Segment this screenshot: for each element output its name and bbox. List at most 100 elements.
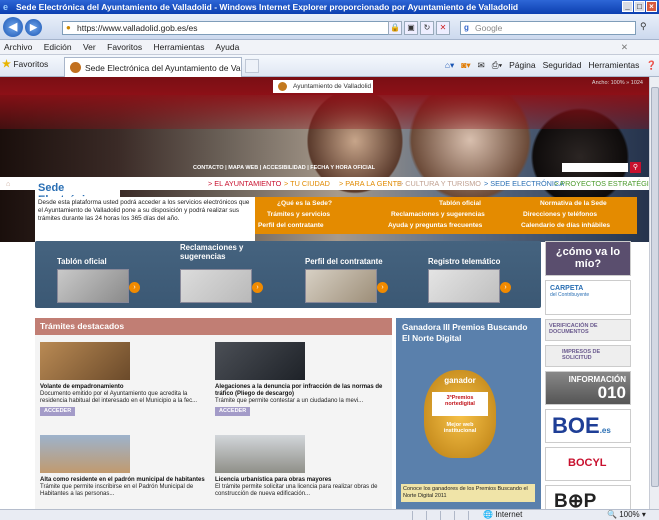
link-ayuda[interactable]: Ayuda y preguntas frecuentes [388, 222, 482, 229]
arrow-icon[interactable]: › [252, 282, 263, 293]
banner-bocyl[interactable]: BOCYL [545, 447, 631, 481]
banner-impresos[interactable]: IMPRESOS DE SOLICITUD [545, 345, 631, 367]
minimize-button[interactable]: _ [622, 1, 633, 12]
close-icon[interactable]: ✕ [621, 42, 628, 53]
featured-procedures: Trámites destacados Volante de empadrona… [35, 318, 392, 509]
award-heading: Ganadora III Premios Buscando El Norte D… [402, 322, 528, 343]
top-links[interactable]: CONTACTO | MAPA WEB | ACCESIBILIDAD | FE… [193, 165, 375, 171]
status-segment [412, 511, 424, 520]
acceder-button[interactable]: ACCEDER [40, 407, 76, 416]
service-registro-label[interactable]: Registro telemático [428, 257, 500, 266]
menu-herramientas[interactable]: Herramientas [153, 42, 204, 52]
site-logo[interactable]: Ayuntamiento de Valladolid [273, 80, 373, 93]
banner-carpeta[interactable]: CARPETA del Contribuyente [545, 280, 631, 315]
lock-icon[interactable]: 🔒 [388, 21, 402, 35]
link-que-es-sede[interactable]: ¿Qué es la Sede? [277, 200, 332, 207]
zoom-control[interactable]: 🔍 100% ▾ [607, 510, 646, 519]
refresh-icon[interactable]: ↻ [420, 21, 434, 35]
nav-ayuntamiento[interactable]: > EL AYUNTAMIENTO [208, 179, 281, 188]
procedure-text: Trámite que permite inscribirse en el Pa… [40, 484, 194, 497]
search-input[interactable]: g Google [460, 21, 636, 35]
security-menu[interactable]: Seguridad [543, 60, 582, 71]
vertical-scrollbar[interactable] [649, 77, 659, 509]
mail-icon[interactable]: ✉ [478, 60, 485, 71]
forward-button[interactable]: ▶ [25, 19, 42, 36]
service-reclamaciones-image[interactable] [180, 269, 252, 303]
award-panel: Ganadora III Premios Buscando El Norte D… [396, 318, 541, 509]
menu-archivo[interactable]: Archivo [4, 42, 32, 52]
arrow-icon[interactable]: › [377, 282, 388, 293]
close-button[interactable]: × [646, 1, 657, 12]
new-tab-button[interactable] [245, 59, 259, 73]
help-icon[interactable]: ❓ [646, 60, 657, 71]
banner-boe[interactable]: BOE.es [545, 409, 631, 443]
procedure-image[interactable] [40, 342, 130, 380]
arrow-icon[interactable]: › [129, 282, 140, 293]
banner-verificacion[interactable]: VERIFICACIÓN DE DOCUMENTOS [545, 319, 631, 341]
home-icon[interactable]: ⌂ [6, 179, 10, 188]
status-segment [440, 511, 452, 520]
menu-ayuda[interactable]: Ayuda [215, 42, 239, 52]
menu-edicion[interactable]: Edición [44, 42, 72, 52]
service-registro-image[interactable] [428, 269, 500, 303]
procedures-heading: Trámites destacados [35, 318, 392, 335]
service-tablon-label[interactable]: Tablón oficial [57, 257, 107, 266]
banner-informacion-010[interactable]: INFORMACIÓN 010 [545, 371, 631, 405]
procedure-image[interactable] [215, 435, 305, 473]
procedure-image[interactable] [215, 342, 305, 380]
procedure-title[interactable]: Volante de empadronamiento [40, 384, 215, 391]
menu-favoritos[interactable]: Favoritos [107, 42, 142, 52]
banner-bop[interactable]: B⊕P [545, 485, 631, 509]
link-perfil[interactable]: Perfil del contratante [258, 222, 324, 229]
maximize-button[interactable]: □ [634, 1, 645, 12]
procedure-title[interactable]: Licencia urbanística para obras mayores [215, 477, 390, 484]
stop-icon[interactable]: ✕ [436, 21, 450, 35]
site-search-input[interactable] [562, 163, 628, 172]
link-tramites[interactable]: Trámites y servicios [267, 211, 330, 218]
service-reclamaciones-label[interactable]: Reclamaciones y sugerencias [180, 243, 260, 261]
link-normativa[interactable]: Normativa de la Sede [540, 200, 607, 207]
compat-icon[interactable]: ▣ [404, 21, 418, 35]
tab-current[interactable]: Sede Electrónica del Ayuntamiento de Va.… [64, 57, 242, 77]
link-reclamaciones[interactable]: Reclamaciones y sugerencias [391, 211, 485, 218]
tools-menu[interactable]: Herramientas [588, 60, 639, 71]
feeds-icon[interactable]: ◙▾ [461, 60, 470, 71]
nav-sede-electronica[interactable]: > SEDE ELECTRÓNICA [484, 179, 564, 188]
ie-icon: e [3, 2, 9, 12]
acceder-button[interactable]: ACCEDER [215, 407, 251, 416]
quick-links: ¿Qué es la Sede? Tablón oficial Normativ… [255, 197, 637, 234]
service-perfil-image[interactable] [305, 269, 377, 303]
procedure-title[interactable]: Alegaciones a la denuncia por infracción… [215, 384, 390, 398]
site-search-button[interactable]: ⚲ [630, 162, 641, 173]
url-input[interactable]: ● https://www.valladolid.gob.es/es [62, 21, 397, 35]
link-direcciones[interactable]: Direcciones y teléfonos [523, 211, 597, 218]
link-tablon-oficial[interactable]: Tablón oficial [439, 200, 481, 207]
procedure-image[interactable] [40, 435, 130, 473]
service-tablon-image[interactable] [57, 269, 129, 303]
star-icon: ★ [2, 59, 11, 70]
favorites-button[interactable]: ★ Favoritos [2, 59, 48, 70]
home-icon[interactable]: ⌂▾ [445, 60, 454, 71]
link-calendario[interactable]: Calendario de días inhábiles [521, 222, 610, 229]
print-icon[interactable]: ⎙▾ [492, 60, 502, 71]
intro-text: Desde esta plataforma usted podrá accede… [35, 197, 255, 242]
award-badge[interactable]: ganador 3ªPremios nortedigital Mejor web… [424, 370, 496, 458]
nav-proyectos[interactable]: > PROYECTOS ESTRATÉGICOS [554, 179, 649, 188]
nav-para-la-gente[interactable]: > PARA LA GENTE [339, 179, 402, 188]
zone-label: 🌐 Internet [483, 510, 523, 519]
back-button[interactable]: ◀ [3, 17, 23, 37]
service-perfil-label[interactable]: Perfil del contratante [305, 257, 383, 266]
info-number: 010 [597, 383, 626, 402]
width-selector[interactable]: Ancho: 100% » 1024 [592, 80, 643, 86]
procedure-title[interactable]: Alta como residente en el padrón municip… [40, 477, 215, 484]
banner-como-va[interactable]: ¿cómo va lo mío? [545, 241, 631, 276]
award-caption[interactable]: Conoce los ganadores de los Premios Busc… [401, 484, 535, 502]
nav-tu-ciudad[interactable]: > TU CIUDAD [284, 179, 330, 188]
nav-cultura-turismo[interactable]: > CULTURA Y TURISMO [399, 179, 481, 188]
arrow-icon[interactable]: › [500, 282, 511, 293]
zone-text: Internet [495, 510, 523, 519]
menu-ver[interactable]: Ver [83, 42, 96, 52]
scrollbar-thumb[interactable] [651, 87, 659, 487]
page-menu[interactable]: Página [509, 60, 535, 71]
search-icon[interactable]: ⚲ [640, 21, 647, 32]
